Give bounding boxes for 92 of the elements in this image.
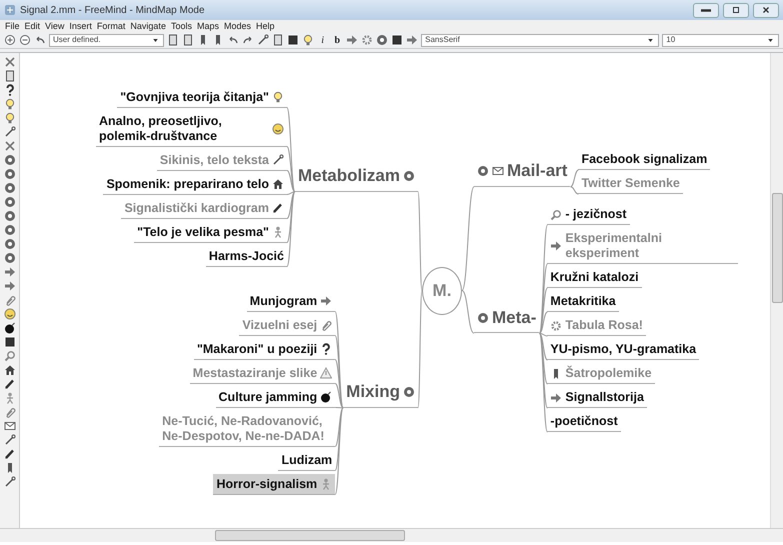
square-icon[interactable] xyxy=(286,34,299,46)
arrow-icon[interactable] xyxy=(4,266,16,278)
circle-icon[interactable] xyxy=(4,238,16,250)
maximize-icon xyxy=(731,5,741,15)
zoom-out-icon[interactable] xyxy=(19,34,31,46)
paperclip-icon[interactable] xyxy=(4,406,16,418)
bulb-icon[interactable] xyxy=(4,98,16,110)
circle-icon[interactable] xyxy=(4,224,16,236)
question-icon[interactable] xyxy=(4,84,16,96)
page-icon[interactable] xyxy=(182,34,194,46)
undo-icon[interactable] xyxy=(34,34,46,46)
page-icon[interactable] xyxy=(166,34,179,46)
maximize-button[interactable] xyxy=(723,2,749,18)
italic-button[interactable]: i xyxy=(316,34,328,46)
close-button[interactable] xyxy=(753,2,779,18)
menu-item[interactable]: Help xyxy=(256,20,275,32)
zoom-in-icon[interactable] xyxy=(4,34,16,46)
menu-item[interactable]: Tools xyxy=(170,20,192,32)
envelope-icon xyxy=(492,165,504,177)
paperclip-icon xyxy=(320,319,332,331)
bold-button[interactable]: b xyxy=(331,34,344,46)
bulb-icon[interactable] xyxy=(4,112,16,124)
circle-icon[interactable] xyxy=(4,196,16,208)
circle-icon xyxy=(403,386,415,398)
circle-icon[interactable] xyxy=(4,154,16,166)
close-icon xyxy=(761,5,771,15)
paperclip-icon[interactable] xyxy=(4,294,16,306)
cross-icon[interactable] xyxy=(4,56,16,68)
circle-icon[interactable] xyxy=(4,182,16,194)
envelope-icon[interactable] xyxy=(4,420,16,432)
circle-icon xyxy=(477,165,489,177)
circle-icon[interactable] xyxy=(4,210,16,222)
pencil-icon xyxy=(272,202,284,214)
circle-icon[interactable] xyxy=(4,252,16,264)
gear-icon xyxy=(550,320,562,332)
pen-icon[interactable] xyxy=(256,34,269,46)
arrow-icon[interactable] xyxy=(4,280,16,292)
page-icon[interactable] xyxy=(272,34,284,46)
redo-icon[interactable] xyxy=(242,34,254,46)
vertical-scrollbar[interactable] xyxy=(770,53,783,528)
pencil-icon[interactable] xyxy=(4,448,16,460)
mind-map-node[interactable]: M. xyxy=(422,266,462,314)
arrow-icon xyxy=(550,392,562,404)
circle-icon xyxy=(403,170,415,182)
circle-icon[interactable] xyxy=(376,34,388,46)
page-icon[interactable] xyxy=(4,70,16,82)
menu-item[interactable]: Insert xyxy=(69,20,92,32)
bulb-icon xyxy=(272,91,284,103)
pencil-icon[interactable] xyxy=(4,378,16,390)
font-dropdown[interactable]: SansSerif xyxy=(421,34,660,46)
house-icon xyxy=(272,178,284,190)
bomb-icon[interactable] xyxy=(4,322,16,334)
zoom-dropdown[interactable]: User defined. xyxy=(49,34,164,46)
minimize-icon xyxy=(701,8,711,12)
menu-item[interactable]: Modes xyxy=(224,20,251,32)
menu-item[interactable]: Format xyxy=(96,20,126,32)
house-icon[interactable] xyxy=(4,364,16,376)
smiley-icon xyxy=(272,122,284,134)
bulb-icon[interactable] xyxy=(302,34,314,46)
square-icon[interactable] xyxy=(4,336,16,348)
question-icon xyxy=(320,343,332,355)
scrollbar-thumb[interactable] xyxy=(215,530,405,541)
menu-item[interactable]: Maps xyxy=(196,20,219,32)
menu-item[interactable]: Edit xyxy=(24,20,40,32)
square-icon[interactable] xyxy=(391,34,404,46)
window-title: Signal 2.mm - FreeMind - MindMap Mode xyxy=(20,4,205,18)
circle-icon[interactable] xyxy=(4,168,16,180)
pen-icon[interactable] xyxy=(4,434,16,446)
smiley-icon[interactable] xyxy=(4,308,16,320)
menu-item[interactable]: Navigate xyxy=(130,20,166,32)
arrow-icon xyxy=(320,295,332,307)
pen-icon[interactable] xyxy=(4,476,16,488)
arrow-icon xyxy=(550,240,562,252)
undo-icon[interactable] xyxy=(226,34,239,46)
font-size-dropdown[interactable]: 10 xyxy=(662,34,779,46)
mind-map-node[interactable]: Horror-signalism xyxy=(213,474,336,494)
horizontal-scrollbar[interactable] xyxy=(0,528,783,542)
arrow-icon[interactable] xyxy=(346,34,358,46)
gear-icon[interactable] xyxy=(361,34,374,46)
menu-item[interactable]: File xyxy=(5,20,20,32)
magnifier-icon xyxy=(550,208,562,220)
minimize-button[interactable] xyxy=(693,2,719,18)
pen-icon xyxy=(272,154,284,166)
arrow-icon[interactable] xyxy=(406,34,418,46)
warning-icon xyxy=(320,367,332,379)
app-icon xyxy=(4,4,16,16)
bomb-icon xyxy=(320,391,332,403)
cross-icon[interactable] xyxy=(4,140,16,152)
menu-item[interactable]: View xyxy=(45,20,64,32)
circle-icon xyxy=(477,312,489,324)
scrollbar-thumb[interactable] xyxy=(772,193,783,303)
pen-icon[interactable] xyxy=(4,126,16,138)
